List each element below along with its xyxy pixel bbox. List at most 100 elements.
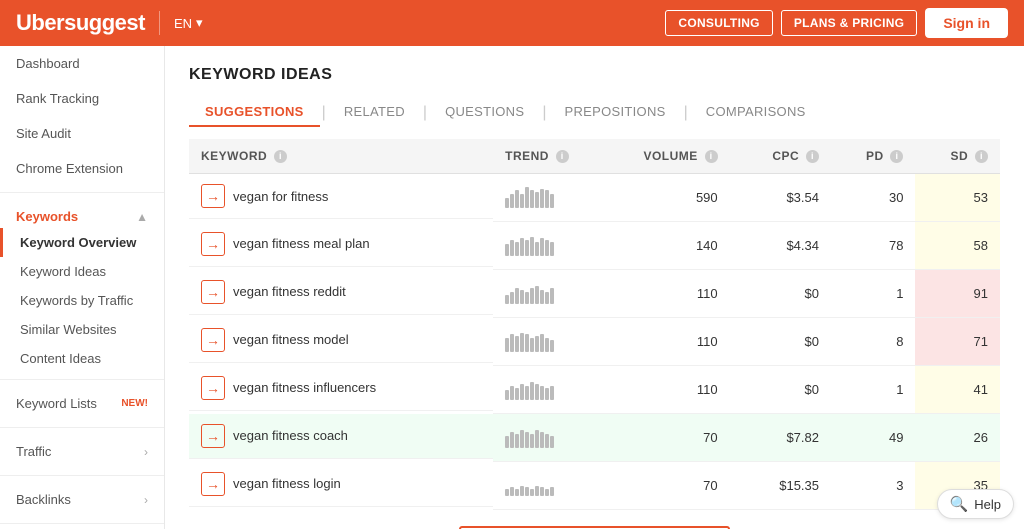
chevron-right-icon: › (144, 445, 148, 459)
tab-div3: | (540, 104, 548, 122)
trend-info-icon[interactable]: i (556, 150, 569, 163)
volume-cell: 110 (628, 318, 729, 366)
sidebar-item-content-ideas[interactable]: Content Ideas (0, 344, 164, 373)
header-divider (159, 11, 160, 35)
cpc-cell: $0 (730, 270, 831, 318)
pd-info-icon[interactable]: i (890, 150, 903, 163)
col-pd: PD i (831, 139, 915, 174)
sidebar-item-keyword-ideas[interactable]: Keyword Ideas (0, 257, 164, 286)
sidebar-item-traffic[interactable]: Traffic › (0, 434, 164, 469)
table-row: →vegan fitness reddit110$0191 (189, 270, 1000, 318)
tab-prepositions[interactable]: PREPOSITIONS (549, 98, 682, 127)
sidebar: Dashboard Rank Tracking Site Audit Chrom… (0, 46, 165, 529)
tab-comparisons[interactable]: COMPARISONS (690, 98, 822, 127)
col-trend: TREND i (493, 139, 628, 174)
volume-cell: 70 (628, 414, 729, 462)
sidebar-item-keywords-by-traffic[interactable]: Keywords by Traffic (0, 286, 164, 315)
keyword-text: vegan fitness model (233, 332, 349, 347)
tab-suggestions[interactable]: SUGGESTIONS (189, 98, 320, 127)
signin-button[interactable]: Sign in (925, 8, 1008, 38)
keyword-cell: → vegan fitness model (189, 318, 493, 363)
col-sd: SD i (915, 139, 1000, 174)
volume-cell: 70 (628, 462, 729, 510)
keyword-text: vegan fitness reddit (233, 284, 346, 299)
sd-cell: 53 (915, 174, 1000, 222)
tab-related[interactable]: RELATED (328, 98, 421, 127)
help-button[interactable]: 🔍 Help (937, 489, 1014, 519)
arrow-button[interactable]: → (201, 232, 225, 256)
trend-cell (493, 366, 628, 414)
tab-questions[interactable]: QUESTIONS (429, 98, 540, 127)
language-selector[interactable]: EN ▾ (174, 15, 203, 31)
sidebar-item-rank-tracking[interactable]: Rank Tracking (0, 81, 164, 116)
pd-cell: 49 (831, 414, 915, 462)
table-row: → vegan for fitness 590$3.543053 (189, 174, 1000, 222)
keyword-text: vegan fitness influencers (233, 380, 376, 395)
sd-info-icon[interactable]: i (975, 150, 988, 163)
keyword-info-icon[interactable]: i (274, 150, 287, 163)
volume-info-icon[interactable]: i (705, 150, 718, 163)
pd-cell: 30 (831, 174, 915, 222)
arrow-button[interactable]: → (201, 472, 225, 496)
keyword-cell: → vegan fitness influencers (189, 366, 493, 411)
keyword-cell: → vegan fitness coach (189, 414, 493, 459)
logo: Ubersuggest (16, 10, 145, 36)
sidebar-item-chrome-extension[interactable]: Chrome Extension (0, 151, 164, 186)
pd-cell: 1 (831, 270, 915, 318)
sidebar-item-keyword-overview[interactable]: Keyword Overview (0, 228, 164, 257)
cpc-cell: $3.54 (730, 174, 831, 222)
volume-cell: 140 (628, 222, 729, 270)
tab-div4: | (682, 104, 690, 122)
sidebar-item-backlinks[interactable]: Backlinks › (0, 482, 164, 517)
keyword-text: vegan for fitness (233, 189, 328, 204)
trend-cell (493, 222, 628, 270)
divider2 (0, 379, 164, 380)
keyword-text: vegan fitness coach (233, 428, 348, 443)
chevron-right-icon2: › (144, 493, 148, 507)
keyword-cell: → vegan fitness meal plan (189, 222, 493, 267)
cpc-cell: $15.35 (730, 462, 831, 510)
sd-cell: 91 (915, 270, 1000, 318)
cpc-cell: $4.34 (730, 222, 831, 270)
divider5 (0, 523, 164, 524)
cpc-cell: $0 (730, 318, 831, 366)
keyword-text: vegan fitness meal plan (233, 236, 370, 251)
sidebar-item-keyword-lists[interactable]: Keyword Lists NEW! (0, 386, 164, 421)
trend-cell (493, 270, 628, 318)
tab-div1: | (320, 104, 328, 122)
consulting-button[interactable]: CONSULTING (665, 10, 772, 36)
col-keyword: KEYWORD i (189, 139, 493, 174)
keyword-cell: → vegan fitness login (189, 462, 493, 507)
help-search-icon: 🔍 (950, 495, 969, 513)
cpc-cell: $7.82 (730, 414, 831, 462)
keyword-cell: → vegan fitness reddit (189, 270, 493, 315)
cpc-info-icon[interactable]: i (806, 150, 819, 163)
pd-cell: 1 (831, 366, 915, 414)
keyword-ideas-section: KEYWORD IDEAS SUGGESTIONS | RELATED | QU… (189, 66, 1000, 529)
table-row: →vegan fitness meal plan140$4.347858 (189, 222, 1000, 270)
arrow-button[interactable]: → (201, 376, 225, 400)
arrow-button[interactable]: → (201, 328, 225, 352)
sd-cell: 26 (915, 414, 1000, 462)
arrow-button[interactable]: → (201, 184, 225, 208)
table-row: →vegan fitness model110$0871 (189, 318, 1000, 366)
arrow-button[interactable]: → (201, 424, 225, 448)
table-row: →vegan fitness influencers110$0141 (189, 366, 1000, 414)
divider (0, 192, 164, 193)
sidebar-item-site-audit[interactable]: Site Audit (0, 116, 164, 151)
keyword-ideas-title: KEYWORD IDEAS (189, 66, 1000, 84)
main-content: KEYWORD IDEAS SUGGESTIONS | RELATED | QU… (165, 46, 1024, 529)
new-badge: NEW! (121, 398, 148, 409)
pd-cell: 78 (831, 222, 915, 270)
keyword-text: vegan fitness login (233, 476, 341, 491)
pd-cell: 3 (831, 462, 915, 510)
sidebar-item-dashboard[interactable]: Dashboard (0, 46, 164, 81)
arrow-button[interactable]: → (201, 280, 225, 304)
sidebar-item-similar-websites[interactable]: Similar Websites (0, 315, 164, 344)
volume-cell: 590 (628, 174, 729, 222)
trend-cell (493, 174, 628, 222)
keywords-section[interactable]: Keywords ▲ (0, 199, 164, 228)
plans-pricing-button[interactable]: PLANS & PRICING (781, 10, 918, 36)
trend-cell (493, 462, 628, 510)
table-row: →vegan fitness login70$15.35335 (189, 462, 1000, 510)
